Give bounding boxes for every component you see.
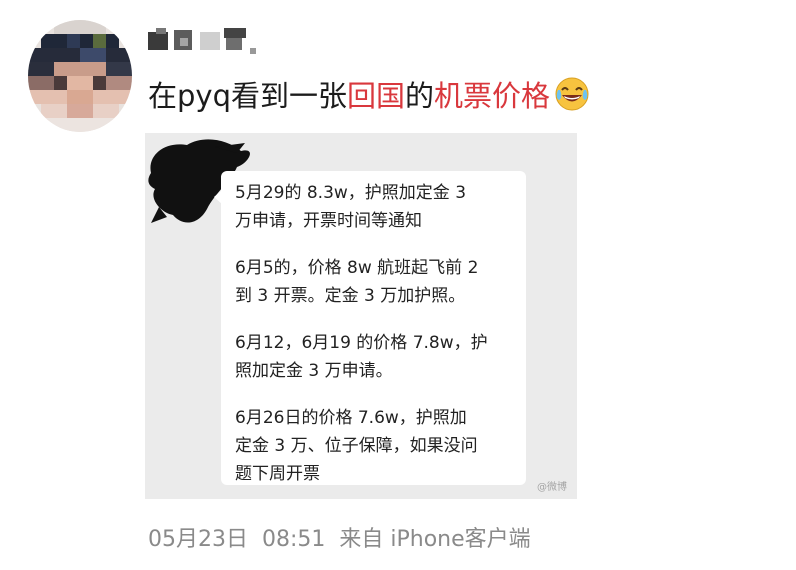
post-time: 08:51 bbox=[262, 527, 326, 552]
message-line: 6月5的，价格 8w 航班起飞前 2 到 3 开票。定金 3 万加护照。 bbox=[235, 258, 479, 306]
post-image[interactable]: 5月29的 8.3w，护照加定金 3 万申请，开票时间等通知 6月5的，价格 8… bbox=[145, 133, 577, 499]
message-line: 6月12，6月19 的价格 7.8w，护 照加定金 3 万申请。 bbox=[235, 333, 488, 381]
message-line: 5月29的 8.3w，护照加定金 3 万申请，开票时间等通知 bbox=[235, 183, 467, 231]
post-date: 05月23日 bbox=[148, 527, 248, 552]
username[interactable] bbox=[148, 28, 258, 54]
post-source[interactable]: 来自 iPhone客户端 bbox=[339, 527, 530, 552]
topic-link-ticket-price[interactable]: 机票价格 bbox=[434, 79, 550, 113]
post-text-part: 在pyq看到一张 bbox=[148, 79, 347, 113]
avatar[interactable] bbox=[28, 20, 132, 132]
laughing-tears-emoji-icon bbox=[555, 77, 589, 111]
topic-link-return-home[interactable]: 回国 bbox=[347, 79, 405, 113]
message-line: 6月26日的价格 7.6w，护照加 定金 3 万、位子保障，如果没问 题下周开票 bbox=[235, 408, 478, 484]
post-text: 在pyq看到一张回国的机票价格 bbox=[148, 74, 590, 118]
chat-bubble: 5月29的 8.3w，护照加定金 3 万申请，开票时间等通知 6月5的，价格 8… bbox=[221, 171, 526, 485]
post-meta: 05月23日 08:51 来自 iPhone客户端 bbox=[148, 524, 545, 556]
post-text-part: 的 bbox=[405, 79, 435, 113]
watermark: @微博 bbox=[537, 482, 567, 493]
